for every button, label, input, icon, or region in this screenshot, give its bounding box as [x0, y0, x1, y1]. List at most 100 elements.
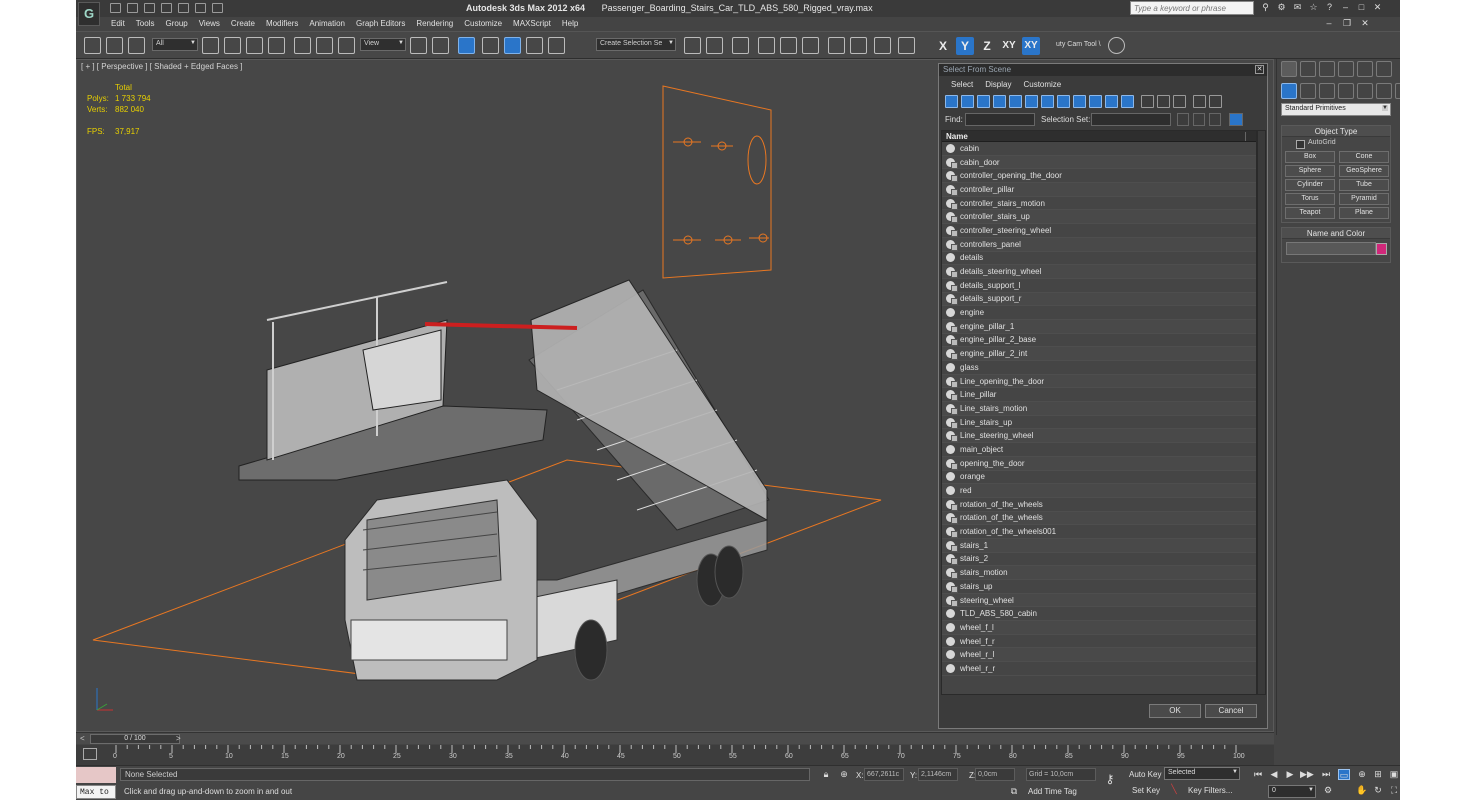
- display-invert-icon[interactable]: [1173, 95, 1186, 108]
- render-setup-icon[interactable]: [850, 37, 867, 54]
- teapot-button[interactable]: Teapot: [1285, 207, 1335, 219]
- scene-object-row[interactable]: opening_the_door: [942, 456, 1256, 471]
- doc-close-icon[interactable]: ✕: [1360, 18, 1370, 28]
- zoom-extents-icon[interactable]: ▣: [1388, 769, 1400, 780]
- scene-object-row[interactable]: cabin: [942, 142, 1256, 156]
- geometry-category-icon[interactable]: [1281, 83, 1297, 99]
- layer-manager-icon[interactable]: [732, 37, 749, 54]
- find-input[interactable]: [965, 113, 1035, 126]
- align-icon[interactable]: [706, 37, 723, 54]
- keyboard-shortcut-override-icon[interactable]: [458, 37, 475, 54]
- scene-object-row[interactable]: rotation_of_the_wheels: [942, 498, 1256, 512]
- next-frame-icon[interactable]: ▶▶: [1300, 769, 1314, 780]
- motion-tab-icon[interactable]: [1338, 61, 1354, 77]
- scene-object-row[interactable]: rotation_of_the_wheels: [942, 511, 1256, 526]
- lights-category-icon[interactable]: [1319, 83, 1335, 99]
- favorites-icon[interactable]: ☆: [1308, 2, 1319, 13]
- link-icon[interactable]: [84, 37, 101, 54]
- scene-object-row[interactable]: stairs_1: [942, 538, 1256, 553]
- object-type-title[interactable]: Object Type: [1282, 126, 1390, 137]
- material-editor-icon[interactable]: [828, 37, 845, 54]
- time-config-icon[interactable]: ⚙: [1322, 785, 1334, 796]
- window-crossing-icon[interactable]: [268, 37, 285, 54]
- key-selection-dropdown[interactable]: Selected: [1164, 767, 1240, 780]
- select-set-icon[interactable]: [1209, 113, 1221, 126]
- sync-selection-icon[interactable]: [1229, 113, 1243, 126]
- display-shapes-icon[interactable]: [961, 95, 974, 108]
- absolute-mode-icon[interactable]: ⊕: [838, 769, 850, 780]
- select-scale-icon[interactable]: [338, 37, 355, 54]
- select-object-icon[interactable]: [202, 37, 219, 54]
- dialog-menu-display[interactable]: Display: [979, 78, 1017, 91]
- play-icon[interactable]: ▶: [1284, 769, 1296, 780]
- axis-x-button[interactable]: X: [934, 37, 952, 55]
- primitive-category-dropdown[interactable]: Standard Primitives: [1281, 103, 1391, 116]
- current-frame-field[interactable]: 0: [1268, 785, 1316, 798]
- display-xrefs-icon[interactable]: [1057, 95, 1070, 108]
- scene-object-row[interactable]: Line_stairs_up: [942, 416, 1256, 430]
- angle-snap-icon[interactable]: [504, 37, 521, 54]
- cone-button[interactable]: Cone: [1339, 151, 1389, 163]
- select-manipulate-icon[interactable]: [432, 37, 449, 54]
- scene-object-row[interactable]: stairs_motion: [942, 566, 1256, 580]
- auto-key-button[interactable]: Auto Key: [1129, 770, 1161, 779]
- display-none-icon[interactable]: [1157, 95, 1170, 108]
- filter-icon[interactable]: [1193, 95, 1206, 108]
- open-file-icon[interactable]: [127, 3, 138, 13]
- save-file-icon[interactable]: [144, 3, 155, 13]
- scene-object-list[interactable]: Name cabin cabin_door controller_opening_t…: [941, 130, 1257, 695]
- display-geometry-icon[interactable]: [945, 95, 958, 108]
- maxscript-mini-input[interactable]: Max to: [76, 785, 116, 799]
- scene-object-row[interactable]: controller_stairs_up: [942, 210, 1256, 225]
- minimize-icon[interactable]: –: [1340, 2, 1351, 13]
- orbit-icon[interactable]: ↻: [1372, 785, 1384, 796]
- dialog-menu-customize[interactable]: Customize: [1017, 78, 1067, 91]
- mirror-icon[interactable]: [684, 37, 701, 54]
- graphite-ribbon-icon[interactable]: [758, 37, 775, 54]
- time-next-arrow[interactable]: >: [176, 734, 181, 743]
- select-rotate-icon[interactable]: [316, 37, 333, 54]
- time-prev-arrow[interactable]: <: [80, 734, 85, 743]
- scene-object-row[interactable]: Line_opening_the_door: [942, 374, 1256, 389]
- axis-xy-button[interactable]: XY: [1000, 37, 1018, 55]
- axis-y-button[interactable]: Y: [956, 37, 974, 55]
- remove-selection-set-icon[interactable]: [1193, 113, 1205, 126]
- cam-tool-label[interactable]: uty Cam Tool \: [1056, 41, 1101, 48]
- menu-tools[interactable]: Tools: [131, 18, 161, 30]
- curve-editor-icon[interactable]: [780, 37, 797, 54]
- cam-tool-icon[interactable]: [1108, 37, 1125, 54]
- object-color-swatch[interactable]: [1376, 243, 1387, 255]
- display-frozen-icon[interactable]: [1105, 95, 1118, 108]
- scene-object-row[interactable]: controller_pillar: [942, 183, 1256, 197]
- close-icon[interactable]: ✕: [1372, 2, 1383, 13]
- scene-object-row[interactable]: stairs_up: [942, 580, 1256, 594]
- go-to-end-icon[interactable]: ⏭: [1320, 769, 1332, 780]
- filter-settings-icon[interactable]: [1209, 95, 1222, 108]
- scene-object-row[interactable]: main_object: [942, 443, 1256, 457]
- key-filters-button[interactable]: Key Filters...: [1188, 786, 1232, 795]
- snaps-toggle-icon[interactable]: [482, 37, 499, 54]
- display-cameras-icon[interactable]: [993, 95, 1006, 108]
- scene-object-row[interactable]: stairs_2: [942, 553, 1256, 567]
- time-slider-thumb[interactable]: 0 / 100: [90, 734, 180, 744]
- y-coord-field[interactable]: 2,1146cm: [918, 768, 958, 781]
- maximize-viewport-icon[interactable]: ⛶: [1388, 785, 1400, 796]
- key-mode-toggle-icon[interactable]: ▭: [1338, 769, 1350, 780]
- scene-object-row[interactable]: engine_pillar_2_base: [942, 334, 1256, 348]
- plane-button[interactable]: Plane: [1339, 207, 1389, 219]
- tube-button[interactable]: Tube: [1339, 179, 1389, 191]
- spacewarps-category-icon[interactable]: [1376, 83, 1392, 99]
- maximize-icon[interactable]: □: [1356, 2, 1367, 13]
- scene-object-row[interactable]: cabin_door: [942, 155, 1256, 170]
- named-selection-dropdown[interactable]: Create Selection Se: [596, 38, 676, 51]
- display-spacewarps-icon[interactable]: [1025, 95, 1038, 108]
- shapes-category-icon[interactable]: [1300, 83, 1316, 99]
- display-helpers-icon[interactable]: [1009, 95, 1022, 108]
- scene-object-row[interactable]: wheel_f_l: [942, 621, 1256, 635]
- scene-object-row[interactable]: steering_wheel: [942, 593, 1256, 608]
- create-tab-icon[interactable]: [1281, 61, 1297, 77]
- menu-animation[interactable]: Animation: [304, 18, 351, 30]
- menu-views[interactable]: Views: [194, 18, 226, 30]
- previous-frame-icon[interactable]: ◀: [1268, 769, 1280, 780]
- menu-graph-editors[interactable]: Graph Editors: [351, 18, 411, 30]
